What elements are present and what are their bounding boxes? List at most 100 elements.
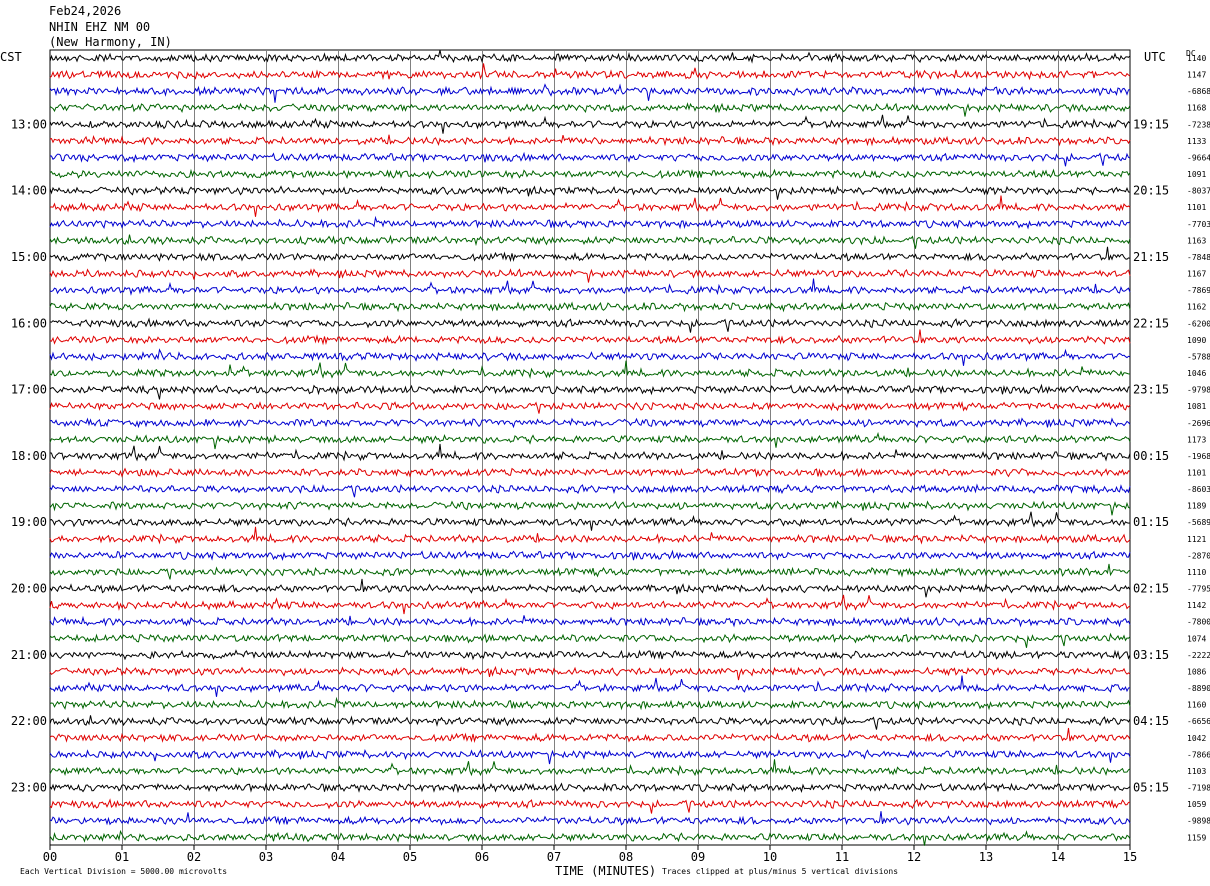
- x-tick-label: 06: [475, 850, 489, 864]
- seismic-trace: [49, 649, 1131, 661]
- dc-offset-label: -2870: [1187, 551, 1210, 560]
- right-hour-label: 05:15: [1133, 781, 1169, 795]
- dc-offset-label: -6200: [1187, 319, 1210, 328]
- left-hour-label: 15:00: [11, 250, 47, 264]
- right-hour-label: 19:15: [1133, 117, 1169, 131]
- x-tick-label: 00: [43, 850, 57, 864]
- right-hour-label: 02:15: [1133, 582, 1169, 596]
- dc-offset-label: 1163: [1187, 236, 1206, 245]
- dc-offset-label: -7869: [1187, 286, 1210, 295]
- dc-offset-label: -7848: [1187, 253, 1210, 262]
- dc-offset-label: 1103: [1187, 767, 1206, 776]
- dc-offset-label: 1110: [1187, 568, 1206, 577]
- clip-note: Traces clipped at plus/minus 5 vertical …: [662, 867, 899, 876]
- dc-offset-label: 1142: [1187, 601, 1206, 610]
- x-tick-label: 12: [907, 850, 921, 864]
- dc-offset-label: -6868: [1187, 87, 1210, 96]
- x-tick-label: 09: [691, 850, 705, 864]
- dc-offset-label: 1140: [1187, 54, 1206, 63]
- left-hour-label: 23:00: [11, 781, 47, 795]
- seismic-trace: [49, 615, 1131, 628]
- dc-offset-label: 1133: [1187, 137, 1206, 146]
- seismic-trace: [49, 829, 1131, 846]
- dc-offset-label: -7238: [1187, 120, 1210, 129]
- x-tick-label: 10: [763, 850, 777, 864]
- seismic-trace: [49, 114, 1131, 134]
- seismic-trace: [49, 483, 1131, 498]
- seismic-trace: [49, 715, 1131, 730]
- plot-frame: [49, 49, 1131, 846]
- right-hour-label: 20:15: [1133, 184, 1169, 198]
- seismic-trace: [49, 348, 1131, 366]
- seismic-trace: [49, 500, 1131, 516]
- seismic-trace: [49, 549, 1131, 562]
- x-tick-label: 08: [619, 850, 633, 864]
- x-tick-label: 11: [835, 850, 849, 864]
- right-hour-label: 01:15: [1133, 515, 1169, 529]
- dc-offset-label: 1159: [1187, 833, 1206, 842]
- dc-offset-label: 1168: [1187, 104, 1206, 113]
- dc-offset-label: 1101: [1187, 203, 1206, 212]
- seismic-trace: [49, 246, 1131, 263]
- seismic-trace: [49, 467, 1131, 478]
- seismic-trace: [49, 63, 1131, 81]
- seismic-trace: [49, 134, 1131, 147]
- dc-offset-label: -7800: [1187, 618, 1210, 627]
- dc-offset-label: 1046: [1187, 369, 1206, 378]
- left-hour-label: 17:00: [11, 383, 47, 397]
- dc-offset-label: 1074: [1187, 634, 1206, 643]
- dc-offset-label: 1147: [1187, 71, 1206, 80]
- x-tick-label: 07: [547, 850, 561, 864]
- seismic-trace: [49, 102, 1131, 117]
- x-tick-label: 04: [331, 850, 345, 864]
- dc-offset-label: 1101: [1187, 469, 1206, 478]
- dc-offset-label: -5788: [1187, 352, 1210, 361]
- dc-offset-label: 1173: [1187, 435, 1206, 444]
- right-hour-label: 00:15: [1133, 449, 1169, 463]
- dc-offset-label: -6656: [1187, 717, 1210, 726]
- x-tick-label: 15: [1123, 850, 1137, 864]
- seismic-trace: [49, 195, 1131, 217]
- seismic-trace: [49, 675, 1131, 697]
- right-hour-label: 22:15: [1133, 316, 1169, 330]
- dc-offset-label: 1091: [1187, 170, 1206, 179]
- right-hour-label: 21:15: [1133, 250, 1169, 264]
- dc-offset-label: 1042: [1187, 734, 1206, 743]
- dc-offset-label: 1090: [1187, 336, 1206, 345]
- seismic-trace: [49, 215, 1131, 230]
- seismic-trace: [49, 431, 1131, 450]
- seismic-trace: [49, 632, 1131, 648]
- dc-offset-label: -1968: [1187, 452, 1210, 461]
- x-tick-label: 14: [1051, 850, 1065, 864]
- seismic-trace: [49, 151, 1131, 167]
- seismic-trace: [49, 727, 1131, 743]
- left-hour-label: 21:00: [11, 648, 47, 662]
- left-hour-label: 18:00: [11, 449, 47, 463]
- dc-offset-label: -8603: [1187, 485, 1210, 494]
- seismic-trace: [49, 782, 1131, 794]
- dc-offset-label: -7198: [1187, 784, 1210, 793]
- dc-offset-label: 1160: [1187, 701, 1206, 710]
- left-hour-label: 13:00: [11, 117, 47, 131]
- seismic-trace: [49, 383, 1131, 400]
- right-hour-label: 04:15: [1133, 714, 1169, 728]
- seismic-trace: [49, 401, 1131, 414]
- dc-offset-label: -9898: [1187, 817, 1210, 826]
- seismic-trace: [49, 301, 1131, 313]
- dc-offset-label: 1162: [1187, 303, 1206, 312]
- dc-offset-label: 1167: [1187, 270, 1206, 279]
- x-tick-label: 01: [115, 850, 129, 864]
- seismic-trace: [49, 278, 1131, 296]
- seismic-trace: [49, 329, 1131, 346]
- dc-offset-label: 1086: [1187, 667, 1206, 676]
- helicorder-plot: 1140 1147 -6868 1168 -7238 1133 -9664 1091 -8037…: [11, 49, 1210, 864]
- dc-offset-label: -9664: [1187, 153, 1210, 162]
- left-hour-label: 16:00: [11, 316, 47, 330]
- seismic-trace: [49, 511, 1131, 531]
- seismic-trace: [49, 563, 1131, 580]
- seismic-trace: [49, 83, 1131, 103]
- dc-offset-label: 1059: [1187, 800, 1206, 809]
- dc-offset-label: -7795: [1187, 585, 1210, 594]
- left-hour-label: 14:00: [11, 184, 47, 198]
- seismic-trace: [49, 417, 1131, 429]
